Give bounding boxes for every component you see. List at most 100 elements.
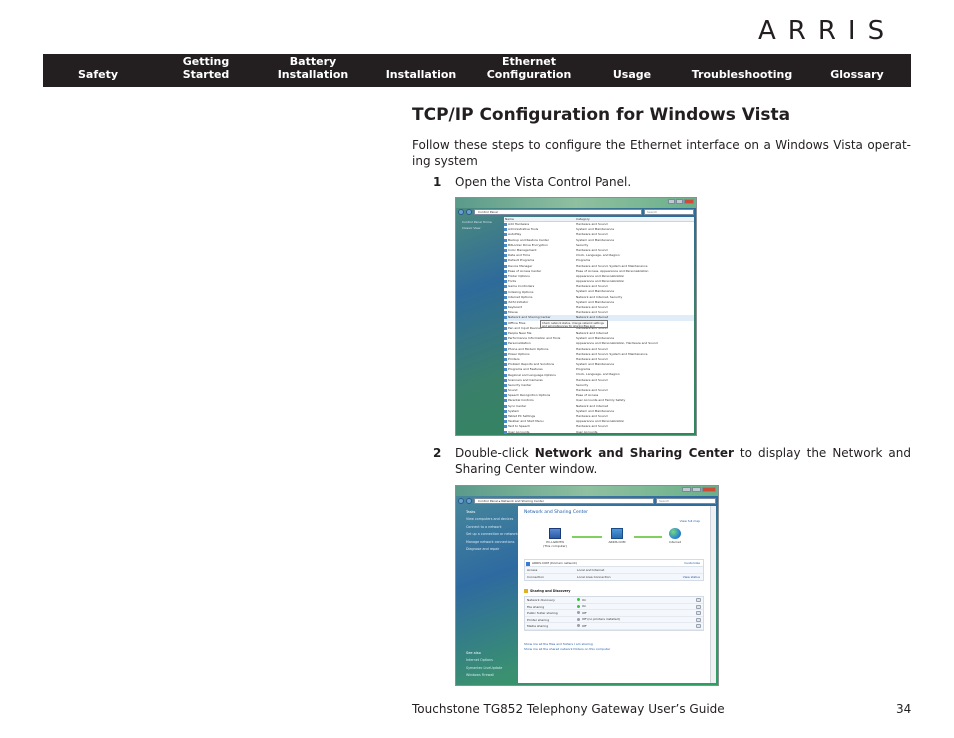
nav-troubleshooting[interactable]: Troubleshooting — [681, 54, 803, 87]
applet-icon — [504, 316, 507, 320]
footer-guide-title: Touchstone TG852 Telephony Gateway User’… — [412, 702, 725, 716]
step-number: 2 — [433, 446, 442, 460]
nav-safety[interactable]: Safety — [43, 54, 153, 87]
nav-glossary[interactable]: Glossary — [803, 54, 911, 87]
shared-files-link: Show me all the files and folders I am s… — [524, 642, 593, 646]
step-text: Open the Vista Control Panel. — [455, 175, 632, 189]
control-panel-screenshot: Control Panel Search Control Panel Home … — [455, 197, 697, 436]
bold-term: Network and Sharing Center — [534, 446, 734, 460]
applet-icon — [504, 274, 507, 278]
back-icon — [458, 209, 464, 215]
applet-icon — [504, 223, 507, 227]
applet-icon — [504, 326, 507, 330]
applet-icon — [504, 383, 507, 387]
nsc-title: Network and Sharing Center — [524, 510, 588, 515]
applet-icon — [504, 409, 507, 413]
cp-list-item: Welcome CenterSystem and Maintenance — [504, 435, 694, 436]
column-category: Category — [576, 217, 590, 221]
applet-icon — [504, 347, 507, 351]
applet-icon — [504, 254, 507, 258]
tasks-title: Tasks — [466, 510, 476, 514]
applet-icon — [504, 321, 507, 325]
window-controls — [668, 199, 694, 204]
network-details-box: ARRIS.COM (Domain network) Customize Acc… — [524, 559, 704, 581]
computer-icon — [549, 528, 561, 539]
applet-icon — [504, 249, 507, 253]
chevron-down-icon — [696, 604, 701, 609]
applet-icon — [504, 243, 507, 247]
search-field: Search — [644, 209, 694, 215]
connection-line — [572, 536, 602, 538]
tooltip: Check network status, change network set… — [540, 320, 608, 328]
applet-icon — [504, 228, 507, 232]
applet-icon — [504, 404, 507, 408]
task-link: Connect to a network — [466, 524, 502, 529]
applet-icon — [504, 394, 507, 398]
cp-rows: Add Hardware Hardware and Sound Administra… — [504, 222, 694, 436]
back-icon — [458, 498, 464, 504]
maximize-icon — [676, 199, 683, 204]
status-dot-icon — [577, 624, 580, 628]
search-field: Search — [656, 498, 716, 504]
status-dot-icon — [577, 598, 580, 602]
maximize-icon — [692, 487, 701, 492]
applet-icon — [504, 389, 507, 393]
applet-icon — [504, 357, 507, 361]
see-also-section: See also Internet Options Symantec LiveU… — [458, 651, 502, 680]
chevron-down-icon — [696, 624, 701, 628]
classic-view-link: Classic View — [462, 226, 481, 230]
nav-installation[interactable]: Installation — [367, 54, 475, 87]
applet-icon — [504, 399, 507, 403]
applet-icon — [504, 430, 507, 434]
customize-link: Customize — [684, 561, 700, 565]
cp-sidebar: Control Panel Home Classic View — [458, 217, 504, 433]
applet-icon — [504, 300, 507, 304]
nav-usage[interactable]: Usage — [583, 54, 681, 87]
nsc-content: Network and Sharing Center View full map… — [518, 506, 710, 683]
node-computer: PC-LGRDTN (This computer) — [540, 528, 570, 548]
window-controls — [682, 487, 716, 492]
close-icon — [702, 487, 716, 492]
see-also-link: Symantec LiveUpdate — [466, 665, 503, 670]
address-bar-row: Control Panel ▸ Network and Sharing Cent… — [458, 497, 716, 505]
nav-ethernet-configuration[interactable]: Ethernet Configuration — [475, 54, 583, 87]
see-also-link: Internet Options — [466, 658, 493, 662]
nsc-sidebar: Tasks View computers and devices Connect… — [458, 506, 518, 683]
sharing-icon — [524, 589, 528, 593]
applet-icon — [504, 373, 507, 377]
arris-logo: ARRIS — [758, 16, 897, 46]
status-dot-icon — [577, 611, 580, 615]
step-text: Double-click Network and Sharing Center … — [455, 446, 912, 476]
task-link: Set up a connection or network — [466, 532, 518, 536]
applet-icon — [504, 311, 507, 315]
applet-icon — [504, 295, 507, 299]
address-field: Control Panel — [474, 209, 642, 215]
nav-getting-started[interactable]: Getting Started — [153, 54, 259, 87]
applet-icon — [504, 238, 507, 242]
address-bar-row: Control Panel Search — [458, 208, 694, 216]
globe-icon — [669, 528, 681, 539]
view-status-link: View status — [682, 574, 700, 579]
node-network: ARRIS.COM — [602, 528, 632, 545]
sharing-box: Network discovery On File sharing On Public … — [524, 596, 704, 631]
chevron-down-icon — [696, 617, 701, 622]
task-link: Manage network connections — [466, 539, 515, 544]
applet-icon — [504, 363, 507, 367]
minimize-icon — [668, 199, 675, 204]
view-full-map-link: View full map — [679, 519, 700, 523]
applet-icon — [504, 259, 507, 263]
status-dot-icon — [577, 604, 580, 608]
task-link: Diagnose and repair — [466, 547, 500, 551]
applet-icon — [504, 280, 507, 284]
applet-icon — [504, 352, 507, 356]
network-icon — [611, 528, 623, 539]
applet-icon — [504, 233, 507, 237]
window-titlebar — [456, 486, 718, 496]
step-2: 2 Double-click Network and Sharing Cente… — [433, 445, 911, 479]
sharing-row: Media sharing Off — [525, 623, 703, 630]
page-title: TCP/IP Configuration for Windows Vista — [412, 105, 791, 125]
applet-icon — [504, 337, 507, 341]
address-field: Control Panel ▸ Network and Sharing Cent… — [474, 498, 654, 504]
nav-battery-installation[interactable]: Battery Installation — [259, 54, 367, 87]
page-number: 34 — [896, 702, 912, 716]
